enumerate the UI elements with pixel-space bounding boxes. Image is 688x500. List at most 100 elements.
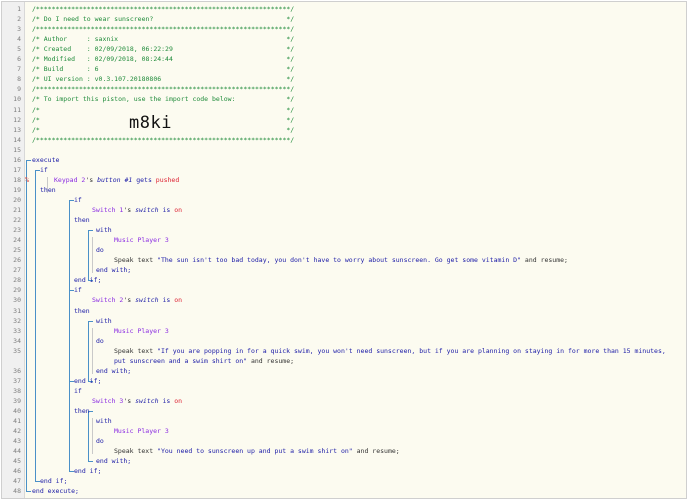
code-line: 18% Keypad 2's button #1 gets pushed <box>2 175 686 185</box>
code-text: Music Player 3 <box>114 426 169 436</box>
line-number: 18 <box>13 175 21 184</box>
line-number: 11 <box>13 105 21 114</box>
line-number: 27 <box>13 266 21 275</box>
code-token: if <box>74 386 82 395</box>
line-number: 19 <box>13 185 21 194</box>
code-text: Speak text "If you are popping in for a … <box>114 346 666 356</box>
line-number: 35 <box>13 346 21 355</box>
code-token: Speak text <box>114 346 158 355</box>
code-text: /* Build : 6 */ <box>32 64 294 74</box>
code-line: 21 Switch 1's switch is on <box>2 205 686 215</box>
line-number: 33 <box>13 326 21 335</box>
code-token: on <box>174 396 183 405</box>
code-token: with <box>96 316 112 325</box>
line-number: 13 <box>13 125 21 134</box>
code-line: 35 Speak text "If you are popping in for … <box>2 346 686 356</box>
code-token: Music Player 3 <box>114 427 169 436</box>
code-text: then <box>74 215 90 225</box>
code-line: 32 with <box>2 316 686 326</box>
code-token: /* Modified : 02/09/2018, 08:24:44 */ <box>32 55 295 64</box>
code-text: then <box>40 185 56 195</box>
code-text: put sunscreen and a swim shirt on" and r… <box>114 356 294 366</box>
code-token: switch <box>135 296 159 305</box>
code-line: 43 do <box>2 436 686 446</box>
code-line: 13 /* */ <box>2 125 686 135</box>
code-text: Speak text "The sun isn't too bad today,… <box>114 255 568 265</box>
code-line: 27 end with; <box>2 265 686 275</box>
code-text: do <box>96 436 104 446</box>
code-token: with <box>96 226 112 235</box>
code-token: Switch 1 <box>92 206 124 214</box>
code-line: 8 /* UI version : v0.3.107.20180806 */ <box>2 74 686 84</box>
code-text: Speak text "You need to sunscreen up and… <box>114 446 400 456</box>
code-line: 29 if <box>2 285 686 295</box>
code-line: 7 /* Build : 6 */ <box>2 64 686 74</box>
code-token: then <box>74 306 90 315</box>
code-token: switch <box>135 206 159 214</box>
code-line: 25 do <box>2 245 686 255</box>
code-line: 11/* */ <box>2 105 686 115</box>
code-token: /***************************************… <box>32 85 295 94</box>
code-text: /* Modified : 02/09/2018, 08:24:44 */ <box>32 54 294 64</box>
code-token: and resume; <box>352 447 400 456</box>
code-token: 's <box>85 175 98 184</box>
code-text: end with; <box>96 366 131 376</box>
code-line: put sunscreen and a swim shirt on" and r… <box>2 356 686 366</box>
code-token: Switch 3 <box>92 396 124 405</box>
code-token: /***************************************… <box>32 5 295 13</box>
code-text: end if; <box>74 376 101 386</box>
line-number: 4 <box>17 35 21 44</box>
code-line: 9 /**************************************… <box>2 84 686 94</box>
code-token: /* UI version : v0.3.107.20180806 */ <box>32 75 295 84</box>
code-token: with <box>96 417 112 426</box>
code-text: /* Author : saxnix */ <box>32 34 294 44</box>
code-text: if <box>74 386 82 396</box>
line-number: 20 <box>13 195 21 204</box>
code-token: then <box>74 216 90 225</box>
code-token: if <box>40 165 48 174</box>
code-line: 2 /* Do I need to wear sunscreen? */ <box>2 14 686 24</box>
code-line: 30 Switch 2's switch is on <box>2 295 686 305</box>
code-line: 23 with <box>2 225 686 235</box>
code-token: end with; <box>96 266 132 275</box>
code-line: 31 then <box>2 306 686 316</box>
code-token: then <box>74 407 90 415</box>
line-number: 29 <box>13 286 21 295</box>
code-token: /* Do I need to wear sunscreen? */ <box>32 15 295 24</box>
line-number: 22 <box>13 216 21 225</box>
line-number: 6 <box>17 55 21 64</box>
code-token: /* Created : 02/09/2018, 06:22:29 */ <box>32 45 295 54</box>
line-number: 47 <box>13 477 21 486</box>
code-token: /* To import this piston, use the import… <box>32 95 295 104</box>
line-number: 16 <box>13 155 21 164</box>
code-token: and resume; <box>521 256 568 265</box>
line-number: 42 <box>13 427 21 436</box>
line-number: 37 <box>13 376 21 385</box>
code-line: 16 execute <box>2 155 686 165</box>
code-token: is <box>158 296 175 305</box>
line-number: 28 <box>13 276 21 285</box>
code-token: "If you are popping in for a quick swim,… <box>157 346 666 355</box>
code-token: gets <box>132 175 156 184</box>
line-number: 25 <box>13 246 21 255</box>
code-token: end execute; <box>32 487 79 496</box>
code-line: 34 do <box>2 336 686 346</box>
code-text: do <box>96 245 104 255</box>
line-number: 34 <box>13 336 21 345</box>
line-number: 39 <box>13 396 21 405</box>
code-token: button #1 <box>97 175 133 184</box>
line-number: 8 <box>17 75 21 84</box>
code-token: and resume; <box>247 356 295 365</box>
code-token: if <box>74 195 82 204</box>
code-token: Speak text <box>114 256 158 265</box>
code-line: 4 /* Author : saxnix */ <box>2 34 686 44</box>
line-number: 23 <box>13 226 21 235</box>
trigger-marker-icon: % <box>25 175 30 184</box>
code-token: do <box>96 336 104 345</box>
line-number: 15 <box>13 145 21 154</box>
code-line: 41 with <box>2 416 686 426</box>
code-token: is <box>158 206 175 214</box>
code-text: Switch 3's switch is on <box>92 396 182 406</box>
code-token: 's <box>123 206 136 214</box>
code-text: /* Do I need to wear sunscreen? */ <box>32 14 294 24</box>
